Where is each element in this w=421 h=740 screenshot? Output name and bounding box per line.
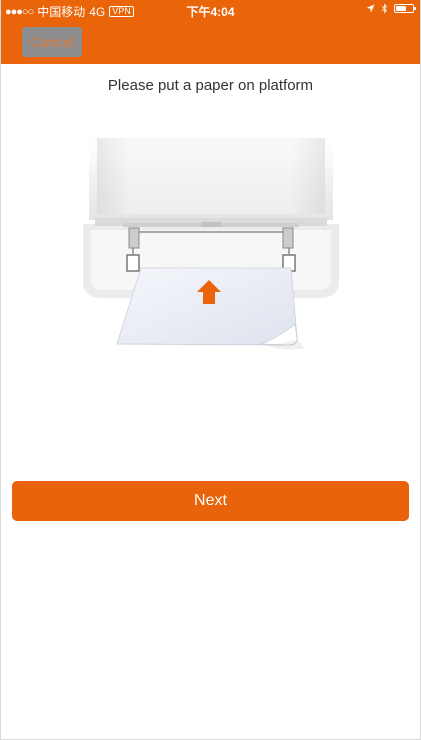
location-arrow-icon	[366, 4, 375, 13]
battery-level	[396, 6, 406, 11]
battery-tip	[414, 7, 416, 10]
printer-paper-illustration	[83, 130, 339, 350]
cancel-button[interactable]: Cancel	[22, 27, 82, 57]
paper-icon	[116, 267, 305, 350]
bluetooth-icon	[381, 3, 388, 14]
status-bar: ●●●○○ 中国移动 4G VPN 下午4:04	[1, 0, 420, 20]
battery-icon	[394, 4, 416, 13]
status-time: 下午4:04	[186, 5, 235, 19]
status-right	[366, 3, 416, 14]
top-bar: ●●●○○ 中国移动 4G VPN 下午4:04 Cancel	[1, 0, 420, 64]
instruction-text: Please put a paper on platform	[107, 77, 314, 94]
screen: ●●●○○ 中国移动 4G VPN 下午4:04 Cancel Please p…	[0, 0, 421, 740]
next-button[interactable]: Next	[12, 481, 409, 521]
